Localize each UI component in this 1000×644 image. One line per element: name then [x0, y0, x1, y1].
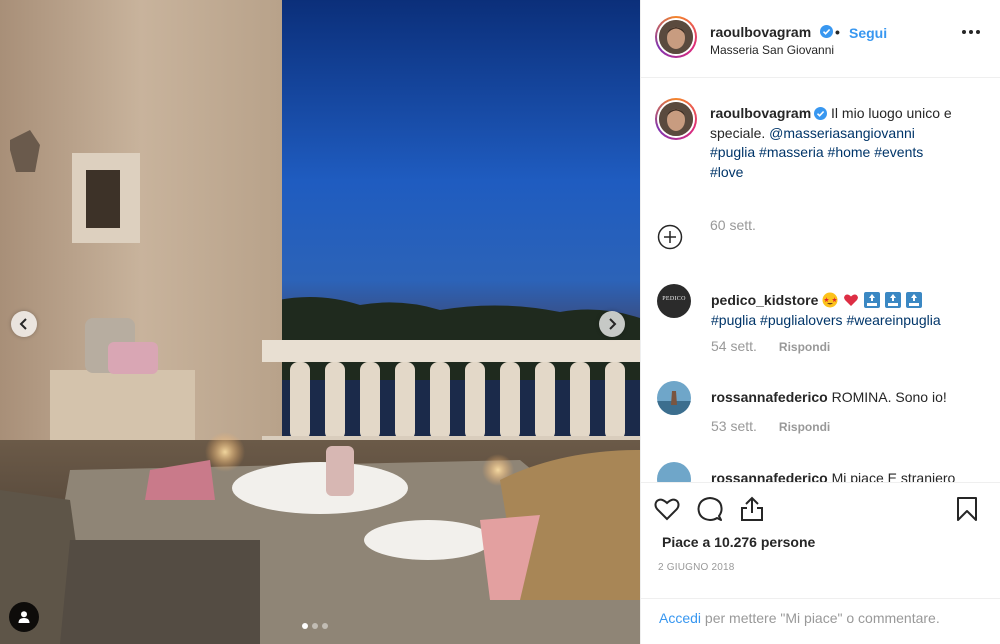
- caption-timestamp[interactable]: 60 sett.: [710, 217, 756, 233]
- comment-button[interactable]: [696, 495, 724, 523]
- commenter-username[interactable]: rossannafederico: [711, 470, 828, 482]
- post-header: raoulbovagram • Segui Masseria San Giova…: [641, 0, 1000, 78]
- avatar-logo-text: PEDICO: [662, 296, 686, 302]
- load-more-comments-button[interactable]: [657, 224, 683, 250]
- user-icon: [18, 611, 30, 623]
- hashtag-link[interactable]: #masseria: [759, 144, 824, 160]
- heart-icon: [654, 498, 680, 521]
- author-avatar[interactable]: [655, 98, 697, 140]
- more-options-button[interactable]: [962, 30, 980, 34]
- chevron-right-icon: [609, 318, 617, 330]
- hashtag-link[interactable]: #home: [828, 144, 871, 160]
- hashtag-link[interactable]: #love: [710, 164, 743, 180]
- comment-text: pedico_kidstore #puglia #puglialovers #w…: [711, 291, 981, 330]
- post-sidebar: raoulbovagram • Segui Masseria San Giova…: [640, 0, 1000, 644]
- chevron-left-icon: [19, 318, 27, 330]
- top-arrow-emoji-icon: [864, 292, 881, 308]
- instagram-post: raoulbovagram • Segui Masseria San Giova…: [0, 0, 1000, 644]
- post-photo[interactable]: [0, 0, 640, 644]
- carousel-dot: [312, 623, 318, 629]
- commenter-avatar[interactable]: [657, 381, 691, 415]
- caption-text: raoulbovagram Il mio luogo unico e speci…: [710, 104, 980, 182]
- author-face-image: [659, 102, 693, 136]
- post-date[interactable]: 2 GIUGNO 2018: [658, 562, 735, 573]
- more-dot-icon: [962, 30, 966, 34]
- login-link[interactable]: Accedi: [659, 610, 701, 626]
- caption-username[interactable]: raoulbovagram: [710, 105, 811, 121]
- comment-body: ROMINA. Sono io!: [831, 389, 947, 405]
- verified-badge-icon: [820, 25, 833, 38]
- hashtag-link[interactable]: #puglia: [711, 312, 756, 328]
- top-arrow-emoji-icon: [905, 292, 922, 308]
- post-location[interactable]: Masseria San Giovanni: [710, 43, 834, 57]
- carousel-dot-active: [302, 623, 308, 629]
- terrace-scene-image: [0, 0, 640, 644]
- comment-body: Mi piace E straniero: [831, 470, 956, 482]
- follow-button[interactable]: Segui: [849, 25, 887, 41]
- hashtag-link[interactable]: #events: [874, 144, 923, 160]
- red-heart-emoji-icon: [844, 294, 859, 306]
- reply-button[interactable]: Rispondi: [779, 418, 830, 434]
- caption-mention[interactable]: @masseriasangiovanni: [769, 125, 915, 141]
- share-icon: [741, 496, 763, 521]
- like-button[interactable]: [653, 495, 681, 523]
- save-button[interactable]: [953, 495, 981, 523]
- comment-meta: 53 sett. Rispondi: [711, 418, 830, 434]
- comment-text: rossannafederico Mi piace E straniero: [711, 469, 981, 482]
- more-dot-icon: [976, 30, 980, 34]
- comment-bubble-icon: [697, 497, 723, 521]
- hashtag-link[interactable]: #puglia: [710, 144, 755, 160]
- plus-circle-icon: [657, 224, 683, 250]
- share-button[interactable]: [738, 495, 766, 523]
- hashtag-link[interactable]: #puglialovers: [760, 312, 843, 328]
- login-prompt-rest: per mettere "Mi piace" o commentare.: [701, 610, 940, 626]
- commenter-photo-image: [657, 381, 691, 415]
- comments-list[interactable]: raoulbovagram Il mio luogo unico e speci…: [641, 79, 1000, 482]
- likes-count[interactable]: Piace a 10.276 persone: [662, 534, 815, 550]
- commenter-avatar[interactable]: [657, 462, 691, 482]
- carousel-indicator: [302, 623, 328, 629]
- comment-meta: 54 sett. Rispondi: [711, 338, 830, 354]
- commenter-photo-image: [657, 462, 691, 482]
- top-arrow-emoji-icon: [884, 292, 901, 308]
- more-dot-icon: [969, 30, 973, 34]
- commenter-username[interactable]: pedico_kidstore: [711, 292, 818, 308]
- previous-photo-button[interactable]: [11, 311, 37, 337]
- separator-bullet: •: [835, 24, 840, 40]
- next-photo-button[interactable]: [599, 311, 625, 337]
- carousel-dot: [322, 623, 328, 629]
- star-struck-emoji-icon: [822, 292, 838, 308]
- commenter-username[interactable]: rossannafederico: [711, 389, 828, 405]
- reply-button[interactable]: Rispondi: [779, 338, 830, 354]
- comment-text: rossannafederico ROMINA. Sono io!: [711, 388, 981, 408]
- post-actions: Piace a 10.276 persone 2 GIUGNO 2018: [641, 482, 1000, 598]
- login-prompt: Accedi per mettere "Mi piace" o commenta…: [641, 598, 1000, 644]
- comment-timestamp[interactable]: 54 sett.: [711, 338, 757, 354]
- login-prompt-text: Accedi per mettere "Mi piace" o commenta…: [659, 610, 940, 626]
- author-username[interactable]: raoulbovagram: [710, 24, 811, 40]
- bookmark-icon: [957, 497, 977, 521]
- hashtag-link[interactable]: #weareinpuglia: [846, 312, 940, 328]
- author-face-image: [659, 20, 693, 54]
- commenter-avatar[interactable]: PEDICO: [657, 284, 691, 318]
- verified-badge-icon: [814, 107, 828, 120]
- comment-timestamp[interactable]: 53 sett.: [711, 418, 757, 434]
- tagged-users-button[interactable]: [9, 602, 39, 632]
- author-avatar[interactable]: [655, 16, 697, 58]
